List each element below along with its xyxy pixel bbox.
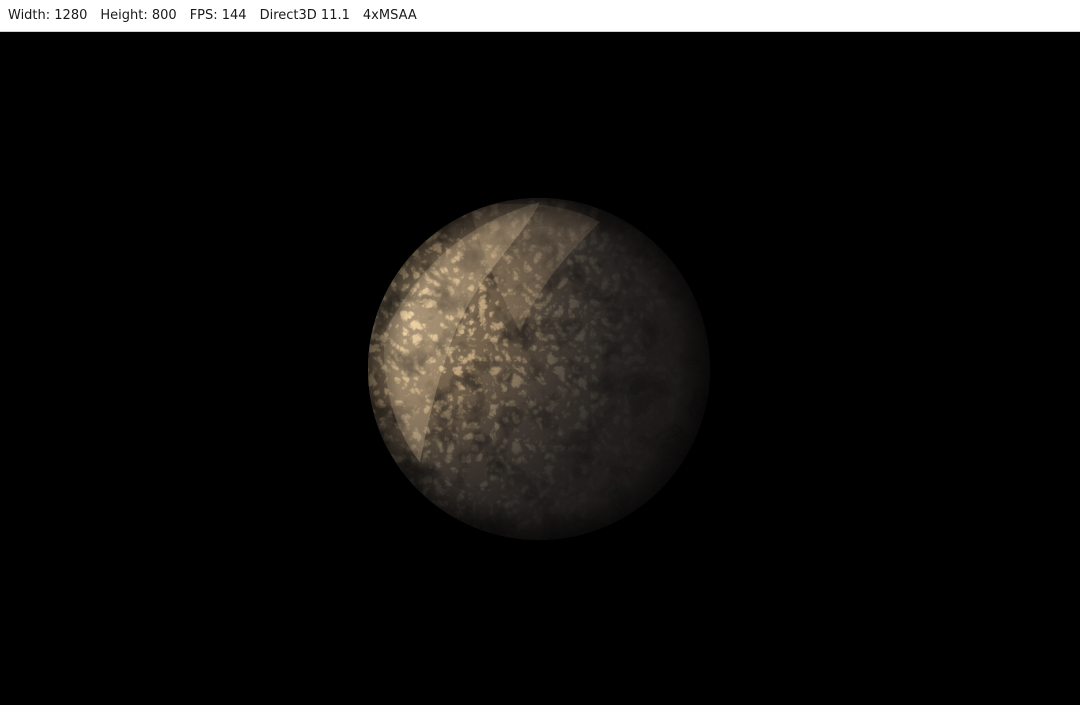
planet-sphere [368,198,710,540]
render-viewport[interactable] [0,32,1080,705]
window-titlebar[interactable]: Width: 1280 Height: 800 FPS: 144 Direct3… [0,0,1080,32]
title-api: Direct3D 11.1 [259,8,350,23]
title-fps: FPS: 144 [189,8,247,23]
title-height: Height: 800 [100,8,177,23]
title-width: Width: 1280 [8,8,88,23]
app-window: Width: 1280 Height: 800 FPS: 144 Direct3… [0,0,1080,705]
title-msaa: 4xMSAA [362,8,417,23]
planet-render [368,198,710,540]
